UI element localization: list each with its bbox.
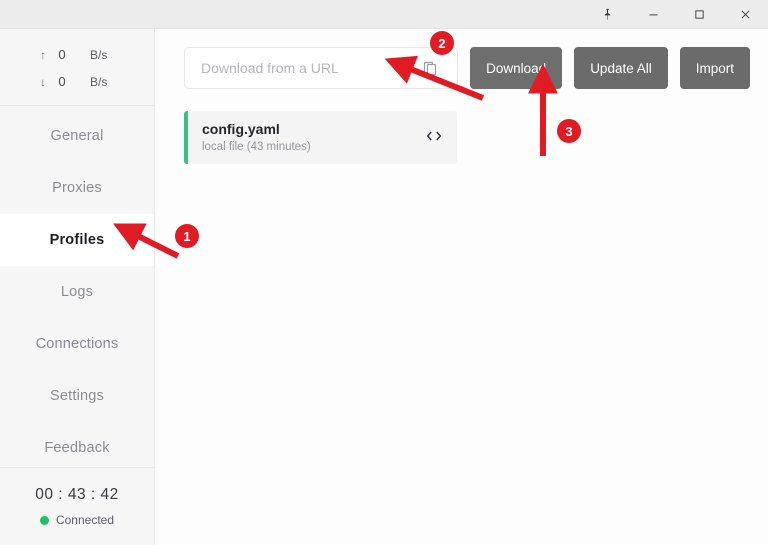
profile-card-body: config.yaml local file (43 minutes): [202, 121, 425, 155]
sidebar-nav: General Proxies Profiles Logs Connection…: [0, 106, 154, 474]
connection-status: Connected: [40, 513, 114, 527]
minimize-icon[interactable]: [630, 0, 676, 28]
sidebar-item-general[interactable]: General: [0, 110, 154, 162]
url-input[interactable]: [201, 60, 419, 76]
sidebar-footer: 00 : 43 : 42 Connected: [0, 467, 154, 545]
download-button[interactable]: Download: [470, 47, 562, 89]
download-speed-unit: B/s: [90, 75, 107, 89]
maximize-icon[interactable]: [676, 0, 722, 28]
import-button[interactable]: Import: [680, 47, 750, 89]
upload-arrow-icon: ↑: [0, 48, 46, 62]
upload-speed-unit: B/s: [90, 48, 107, 62]
close-icon[interactable]: [722, 0, 768, 28]
profiles-list: config.yaml local file (43 minutes): [155, 89, 768, 164]
title-bar: [0, 0, 768, 29]
update-all-button[interactable]: Update All: [574, 47, 668, 89]
download-speed: ↓ 0 B/s: [0, 68, 154, 95]
download-speed-value: 0: [46, 74, 78, 89]
sidebar-item-logs[interactable]: Logs: [0, 266, 154, 318]
sidebar-item-profiles[interactable]: Profiles: [0, 214, 154, 266]
upload-speed-value: 0: [46, 47, 78, 62]
url-field[interactable]: [184, 47, 458, 89]
traffic-stats: ↑ 0 B/s ↓ 0 B/s: [0, 29, 154, 106]
app-window: ↑ 0 B/s ↓ 0 B/s General Proxies Profiles…: [0, 0, 768, 545]
sidebar: ↑ 0 B/s ↓ 0 B/s General Proxies Profiles…: [0, 29, 155, 545]
profile-name: config.yaml: [202, 121, 425, 138]
download-arrow-icon: ↓: [0, 75, 46, 89]
copy-icon[interactable]: [419, 57, 441, 79]
code-icon[interactable]: [425, 129, 443, 146]
annotation-marker-1: 1: [175, 224, 199, 248]
profile-meta: local file (43 minutes): [202, 139, 425, 155]
profile-accent-bar: [184, 111, 188, 164]
profiles-toolbar: Download Update All Import: [155, 29, 768, 89]
annotation-marker-2: 2: [430, 31, 454, 55]
status-dot-icon: [40, 516, 49, 525]
sidebar-item-proxies[interactable]: Proxies: [0, 162, 154, 214]
sidebar-item-settings[interactable]: Settings: [0, 370, 154, 422]
upload-speed: ↑ 0 B/s: [0, 41, 154, 68]
main-content: Download Update All Import config.yaml l…: [155, 29, 768, 545]
profile-card[interactable]: config.yaml local file (43 minutes): [184, 111, 457, 164]
annotation-marker-3: 3: [557, 119, 581, 143]
uptime-timer: 00 : 43 : 42: [35, 486, 119, 504]
status-badge: Connected: [56, 513, 114, 527]
sidebar-item-connections[interactable]: Connections: [0, 318, 154, 370]
pin-icon[interactable]: [584, 0, 630, 28]
